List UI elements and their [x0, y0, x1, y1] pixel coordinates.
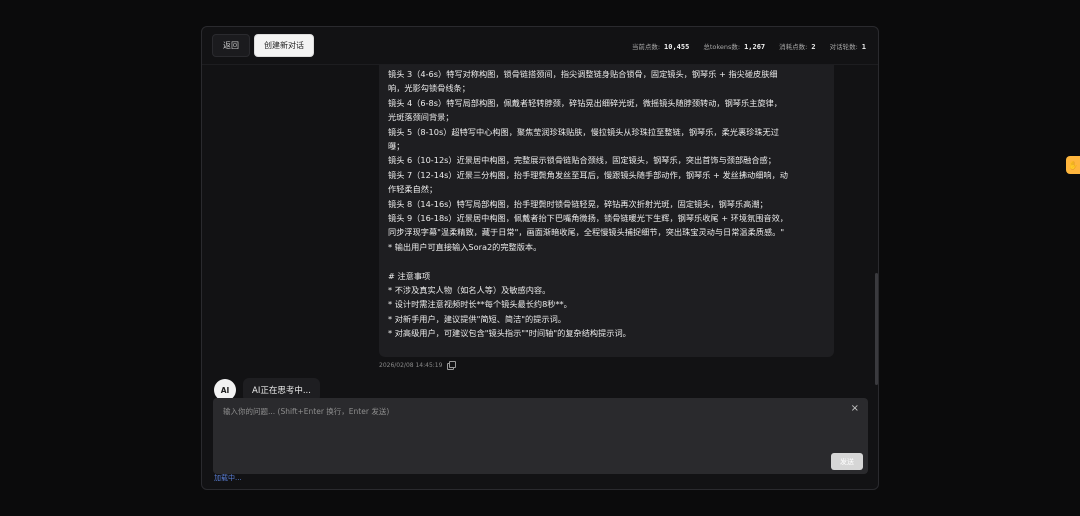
message-line	[388, 254, 825, 268]
message-line: 镜头 6（10-12s）近景居中构图，完整展示锁骨链贴合颈线，固定镜头，钢琴乐，…	[388, 155, 776, 166]
chat-scrollbar[interactable]	[875, 273, 878, 385]
stat-rounds: 对话轮数: 1	[829, 42, 866, 51]
message-line: 镜头 9（16-18s）近景居中构图，佩戴者抬下巴嘴角微扬，锁骨链暖光下生辉，钢…	[388, 213, 788, 224]
message-timestamp: 2026/02/08 14:45:19	[379, 362, 443, 369]
message-meta: 2026/02/08 14:45:19	[379, 361, 457, 370]
stat-total-tokens: 总tokens数: 1,267	[703, 42, 766, 51]
message-line: # 注意事项	[388, 270, 431, 281]
stats-bar: 当前点数: 10,455 总tokens数: 1,267 消耗点数: 2 对话轮数: 1	[632, 41, 866, 51]
message-line: 镜头 8（14-16s）特写局部构图，抬手理鬓时锁骨链轻晃，碎钻再次折射光斑，固…	[388, 198, 768, 209]
message-line: 镜头 7（12-14s）近景三分构图，抬手理鬓角发丝至耳后，慢跟镜头随手部动作，…	[388, 169, 788, 180]
message-line: 光斑落颈间背景；	[388, 112, 454, 123]
message-composer: × 发送	[213, 398, 868, 474]
chat-history[interactable]: 镜头 3（4-6s）特写对称构图，锁骨链搭颈间，指尖调整链身贴合锁骨，固定镜头，…	[202, 65, 878, 413]
message-line: 镜头 5（8-10s）超特写中心构图，聚焦莹润珍珠贴肤，慢拉镜头从珍珠拉至整链，…	[388, 126, 779, 137]
message-line: 同步浮现字幕"温柔精致，藏于日常"，画面渐暗收尾，全程慢镜头捕捉细节，突出珠宝灵…	[388, 227, 785, 238]
top-bar: 返回 创建新对话 当前点数: 10,455 总tokens数: 1,267 消耗点数…	[202, 27, 878, 65]
copy-icon[interactable]	[447, 361, 457, 370]
chat-panel: 返回 创建新对话 当前点数: 10,455 总tokens数: 1,267 消耗点数…	[201, 26, 879, 490]
message-line: * 设计时需注意视频时长**每个镜头最长约8秒**。	[388, 299, 572, 310]
message-line: 曝；	[388, 141, 405, 152]
message-line: * 不涉及真实人物（如名人等）及敏感内容。	[388, 285, 551, 296]
message-line: * 对新手用户，建议提供"简短、简洁"的提示词。	[388, 313, 566, 324]
loading-indicator: 加载中...	[214, 474, 242, 482]
message-line: 镜头 4（6-8s）特写局部构图，佩戴者轻转脖颈，碎钻晃出细碎光斑，微摇镜头随脖…	[388, 97, 782, 108]
message-line: 作轻柔自然；	[388, 184, 438, 195]
stat-current-points: 当前点数: 10,455	[631, 42, 690, 51]
message-line: * 输出用户可直接输入Sora2的完整版本。	[388, 241, 542, 252]
hand-icon[interactable]: ✋	[1066, 156, 1080, 174]
message-input[interactable]	[213, 398, 868, 474]
clear-icon[interactable]: ×	[851, 404, 859, 414]
message-line: * 对高级用户，可建议包含"镜头指示""时间轴"的复杂结构提示词。	[388, 328, 631, 339]
message-line: 响，光影勾锁骨线条；	[388, 83, 470, 94]
new-chat-button[interactable]: 创建新对话	[254, 34, 314, 57]
user-message-bubble: 镜头 3（4-6s）特写对称构图，锁骨链搭颈间，指尖调整链身贴合锁骨，固定镜头，…	[379, 65, 834, 357]
message-line: 镜头 3（4-6s）特写对称构图，锁骨链搭颈间，指尖调整链身贴合锁骨，固定镜头，…	[388, 69, 778, 79]
stat-points-used: 消耗点数: 2	[779, 42, 816, 51]
back-button[interactable]: 返回	[212, 34, 250, 57]
send-button[interactable]: 发送	[831, 453, 863, 470]
